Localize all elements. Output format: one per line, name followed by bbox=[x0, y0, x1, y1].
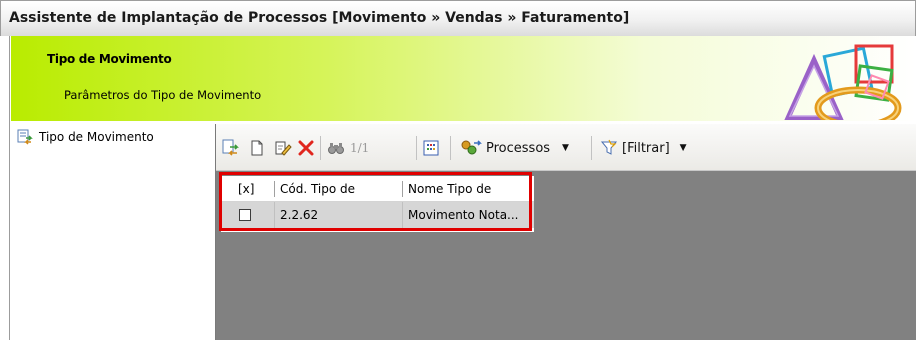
edit-button[interactable] bbox=[274, 138, 292, 158]
main-pane: 1/1 Processos ▼ [Filtrar] ▼ [x] Cód. Tip… bbox=[216, 124, 916, 340]
new-button[interactable] bbox=[250, 138, 264, 158]
find-icon bbox=[328, 143, 344, 154]
find-button[interactable]: 1/1 bbox=[328, 138, 369, 158]
chevron-down-icon: ▼ bbox=[562, 143, 569, 153]
table-row[interactable]: 2.2.62 Movimento Nota... bbox=[221, 202, 534, 228]
window-title-bar: Assistente de Implantação de Processos [… bbox=[0, 0, 916, 36]
frame-border bbox=[9, 36, 10, 340]
window-title: Assistente de Implantação de Processos [… bbox=[9, 10, 630, 26]
column-divider[interactable] bbox=[402, 181, 403, 197]
column-divider[interactable] bbox=[274, 181, 275, 197]
delete-icon bbox=[298, 140, 314, 156]
navigation-tree: Tipo de Movimento bbox=[11, 124, 216, 340]
grid-view-button[interactable] bbox=[423, 138, 439, 158]
banner-title: Tipo de Movimento bbox=[47, 52, 172, 66]
cell-codigo: 2.2.62 bbox=[280, 208, 319, 222]
record-counter: 1/1 bbox=[350, 141, 370, 155]
grid-toolbar: 1/1 Processos ▼ [Filtrar] ▼ bbox=[216, 124, 916, 171]
toolbar-separator bbox=[320, 136, 321, 160]
data-grid: [x] Cód. Tipo de Nome Tipo de 2.2.62 Mov… bbox=[221, 176, 534, 232]
refresh-button[interactable] bbox=[221, 138, 239, 158]
filtrar-label: [Filtrar] bbox=[622, 140, 670, 156]
banner-subtitle: Parâmetros do Tipo de Movimento bbox=[64, 88, 262, 102]
toolbar-separator bbox=[450, 136, 451, 160]
row-checkbox[interactable] bbox=[239, 209, 251, 221]
cell-nome: Movimento Nota... bbox=[408, 208, 519, 222]
new-document-icon bbox=[251, 140, 263, 156]
delete-button[interactable] bbox=[298, 138, 314, 158]
column-header-select[interactable]: [x] bbox=[238, 176, 254, 201]
grid-header: [x] Cód. Tipo de Nome Tipo de bbox=[221, 176, 534, 202]
processos-label: Processos bbox=[486, 140, 551, 156]
wizard-banner: Tipo de Movimento Parâmetros do Tipo de … bbox=[11, 36, 916, 121]
chevron-down-icon: ▼ bbox=[679, 143, 687, 153]
toolbar-separator bbox=[416, 136, 417, 160]
colorful-shapes-logo bbox=[784, 44, 902, 120]
document-exchange-icon bbox=[17, 129, 33, 145]
cell-divider bbox=[274, 202, 275, 228]
toolbar-separator bbox=[591, 136, 592, 160]
filter-icon bbox=[600, 139, 618, 155]
refresh-icon bbox=[222, 139, 239, 156]
tree-item-tipo-de-movimento[interactable]: Tipo de Movimento bbox=[17, 129, 154, 145]
row-checkbox-cell[interactable] bbox=[239, 202, 251, 228]
column-header-codigo[interactable]: Cód. Tipo de bbox=[280, 176, 355, 201]
edit-icon bbox=[275, 141, 292, 156]
grid-view-icon bbox=[423, 140, 439, 156]
cell-divider bbox=[402, 202, 403, 228]
filtrar-dropdown[interactable]: [Filtrar] ▼ bbox=[600, 138, 687, 158]
processos-icon bbox=[461, 140, 482, 155]
processos-dropdown[interactable]: Processos ▼ bbox=[460, 138, 569, 158]
column-header-nome[interactable]: Nome Tipo de bbox=[408, 176, 491, 201]
tree-item-label: Tipo de Movimento bbox=[39, 130, 154, 144]
